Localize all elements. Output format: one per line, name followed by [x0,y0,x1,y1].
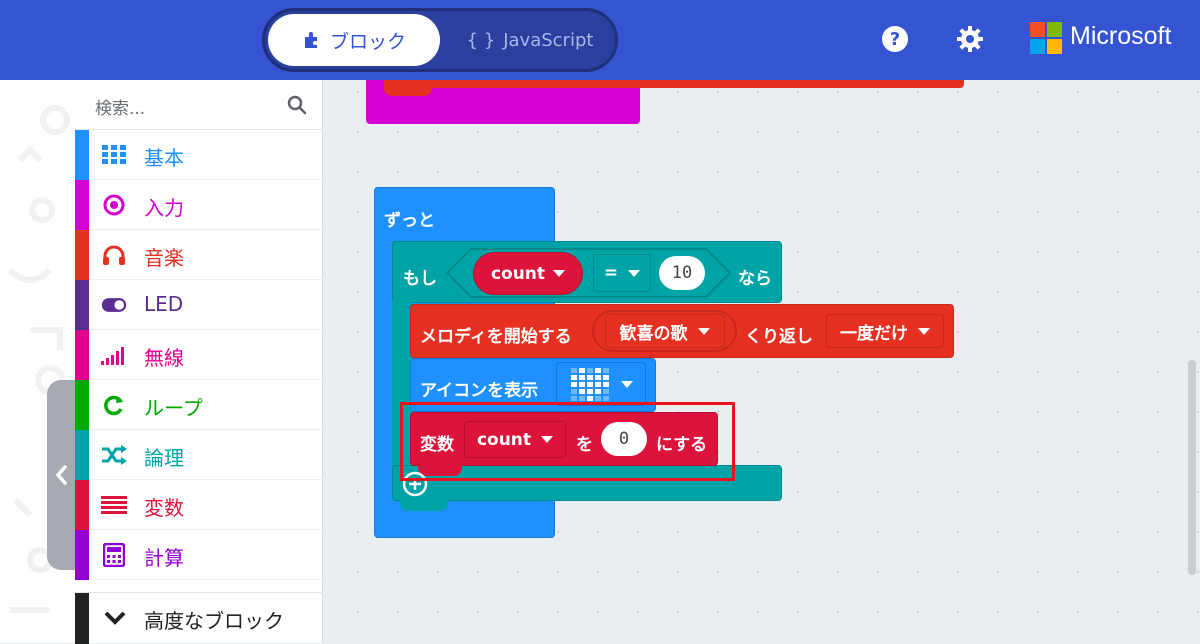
tab-blocks[interactable]: ブロック [268,14,440,66]
dropdown-arrow-icon [628,269,641,277]
toggle-icon [101,293,127,317]
category-label: 変数 [144,496,184,520]
microsoft-logo-icon [1030,22,1062,54]
category-label: 無線 [144,346,184,370]
search-input[interactable]: 検索... [95,94,145,119]
search-icon [287,95,307,115]
dropdown-arrow-icon [621,380,633,388]
compare-value-field[interactable]: 10 [659,256,705,290]
braces-icon: { } [466,29,496,51]
toolbox: 検索... 基本 入力 音楽 LED 無線 ループ 論理 変数 計算 高度なブロ… [75,80,323,644]
chevron-down-icon [104,611,126,625]
melody-dropdown[interactable]: 歓喜の歌 [604,314,725,348]
grid-icon [101,143,127,167]
shuffle-icon [101,443,127,467]
toolbox-search[interactable]: 検索... [75,80,323,130]
heart-icon [569,366,611,402]
lines-icon [101,493,127,517]
repeat-mode: 一度だけ [840,323,908,344]
brand-name: Microsoft [1070,22,1172,50]
gear-icon[interactable] [955,24,985,54]
category-math[interactable]: 計算 [75,530,323,580]
then-label: なら [738,269,772,289]
category-label: 基本 [144,146,184,170]
category-label: ループ [144,396,203,420]
category-logic[interactable]: 論理 [75,430,323,480]
advanced-blocks-toggle[interactable]: 高度なブロック [75,592,323,644]
operator-label: = [603,263,619,283]
refresh-icon [101,393,127,417]
svg-text:?: ? [890,29,900,50]
headphones-icon [101,243,127,267]
partial-red-block[interactable] [384,80,964,88]
category-music[interactable]: 音楽 [75,230,323,280]
count-variable-reporter[interactable]: count [473,252,583,295]
if-block-notch [400,497,448,511]
tab-javascript-label: JavaScript [503,29,594,51]
if-label: もし [403,269,437,289]
category-loops[interactable]: ループ [75,380,323,430]
signal-bars-icon [101,343,127,367]
highlight-box [400,402,735,481]
melody-pill[interactable]: 歓喜の歌 [592,310,737,352]
category-label: 計算 [144,546,184,570]
puzzle-icon [304,32,317,48]
start-melody-label: メロディを開始する [420,327,572,347]
icon-picker-dropdown[interactable] [556,362,646,406]
target-icon [101,193,127,217]
chevron-left-icon [55,465,67,485]
if-var-label: count [490,263,546,284]
category-label: 音楽 [144,246,184,270]
tab-javascript[interactable]: { } JavaScript [455,14,605,66]
category-label: 入力 [144,196,184,220]
category-label: 論理 [144,446,184,470]
header-bar: ブロック { } JavaScript ? Microsoft [0,0,1200,80]
collapse-simulator-button[interactable] [47,380,75,570]
category-led[interactable]: LED [75,280,323,330]
tab-blocks-label: ブロック [329,30,406,53]
show-icon-label: アイコンを表示 [420,381,539,401]
forever-label: ずっと [384,211,435,231]
dropdown-arrow-icon [697,327,710,335]
editor-toggle: ブロック { } JavaScript [262,8,618,72]
repeat-mode-dropdown[interactable]: 一度だけ [826,314,944,348]
melody-name: 歓喜の歌 [619,323,688,344]
advanced-blocks-label: 高度なブロック [144,609,284,633]
category-basic[interactable]: 基本 [75,130,323,180]
workspace-scrollbar[interactable] [1188,360,1196,575]
calculator-icon [101,543,127,567]
help-icon[interactable]: ? [880,24,910,54]
category-variables[interactable]: 変数 [75,480,323,530]
dropdown-arrow-icon [918,327,930,335]
category-label: LED [144,292,184,316]
repeat-label: くり返し [745,327,813,347]
partial-red-notch [384,80,432,96]
operator-dropdown[interactable]: = [593,254,651,292]
category-input[interactable]: 入力 [75,180,323,230]
dropdown-arrow-icon [553,270,566,277]
category-radio[interactable]: 無線 [75,330,323,380]
